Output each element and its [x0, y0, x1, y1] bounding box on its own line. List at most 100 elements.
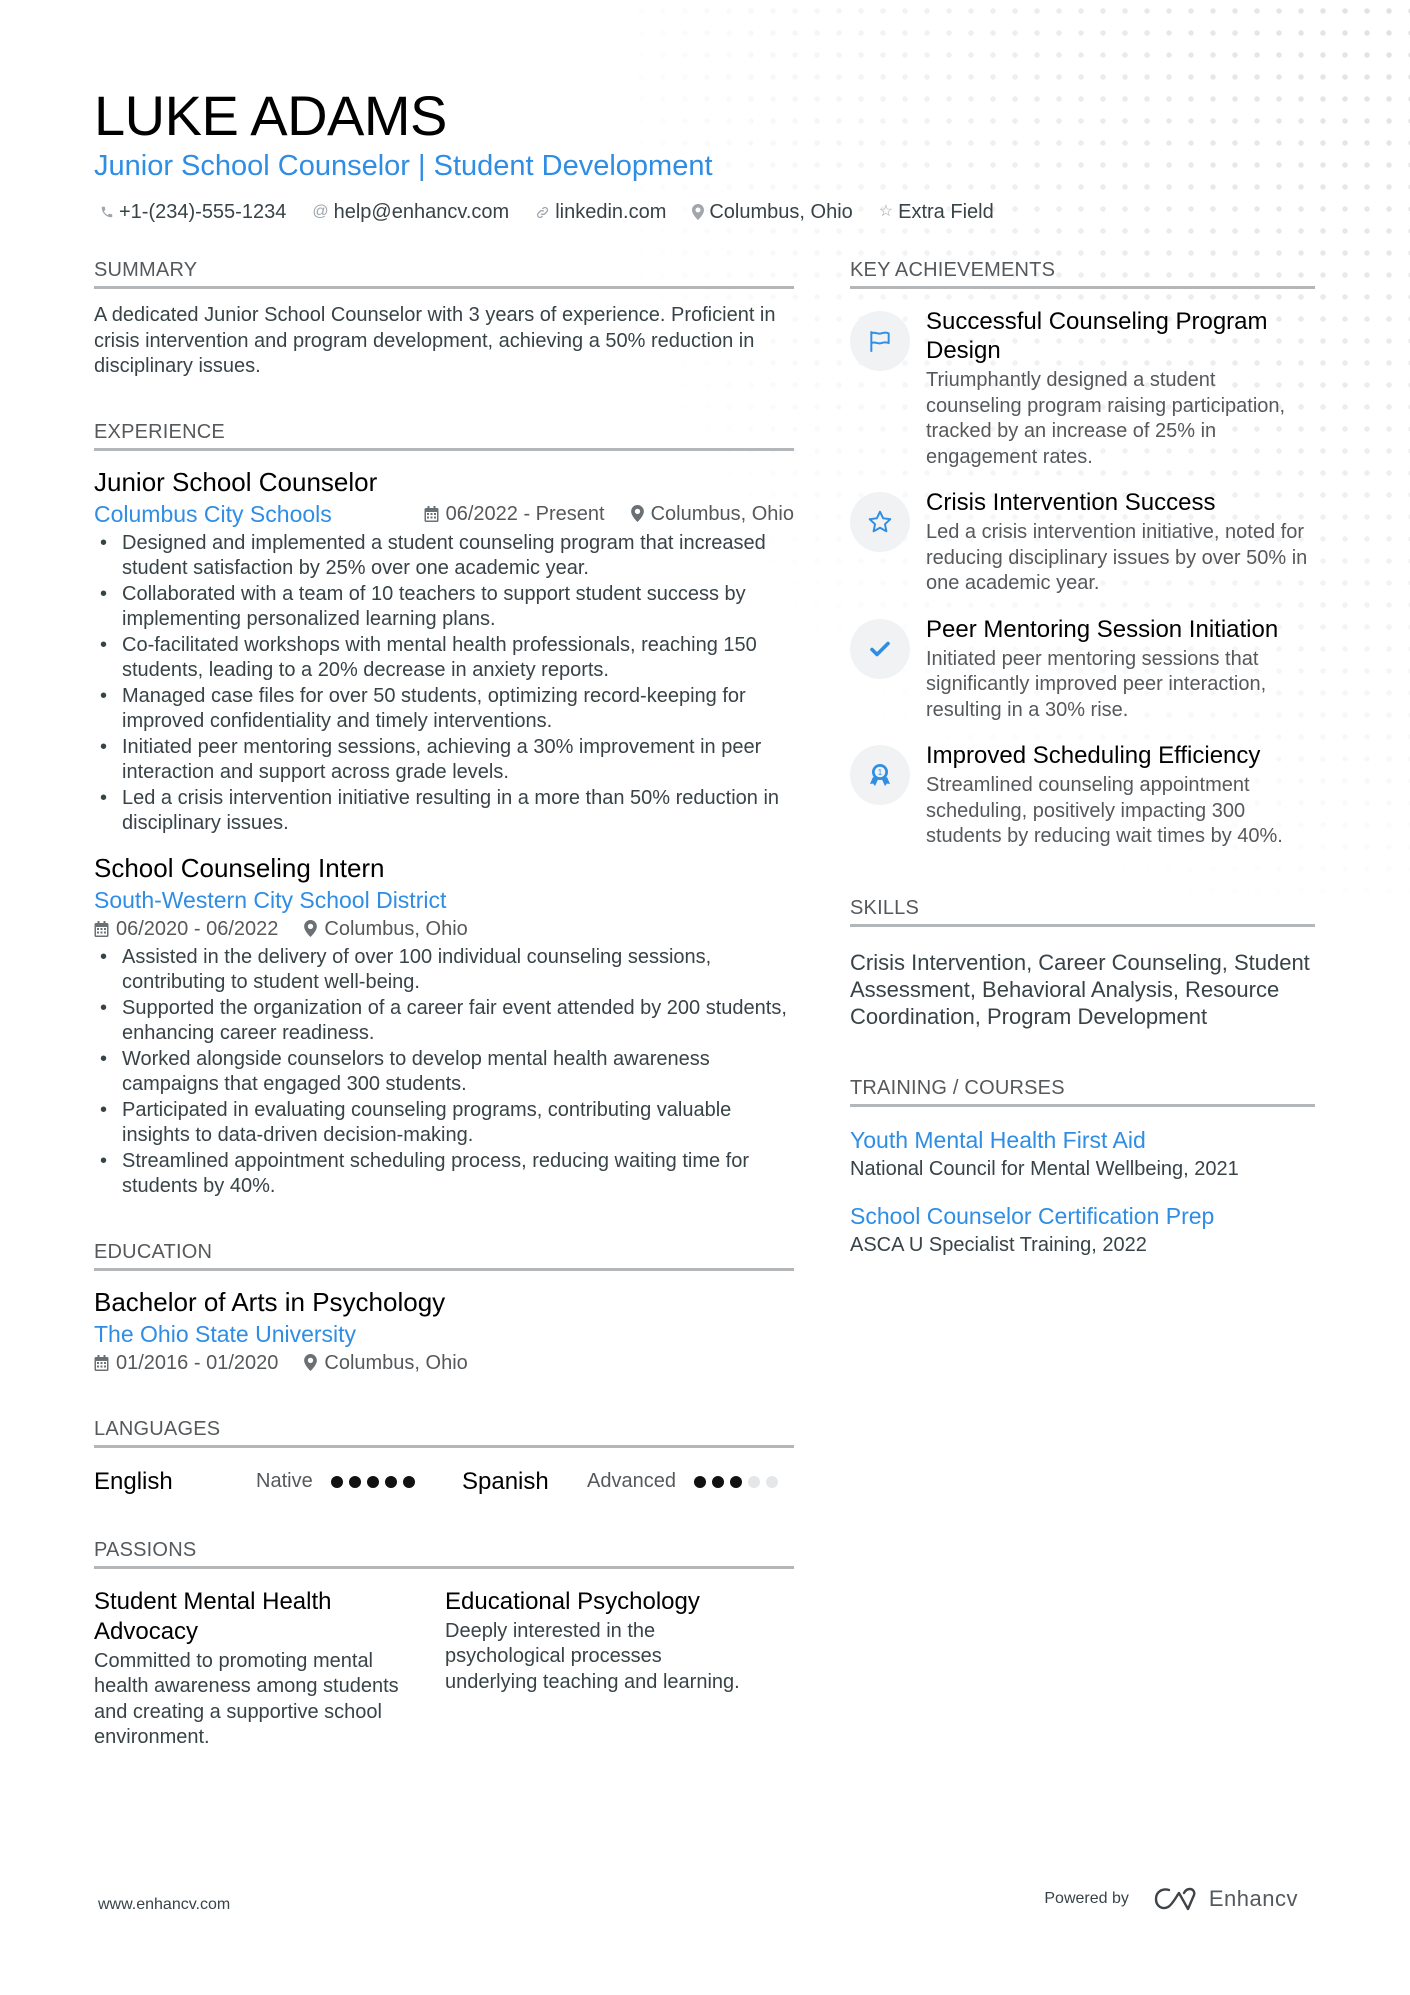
language-item: English Native	[94, 1468, 462, 1496]
achievement-title: Successful Counseling Program Design	[926, 308, 1268, 364]
bullet-item: Streamlined appointment scheduling proce…	[94, 1149, 794, 1200]
experience-entry: School Counseling Intern South-Western C…	[94, 851, 794, 1200]
section-title-achievements: KEY ACHIEVEMENTS	[850, 256, 1315, 289]
location-icon	[692, 204, 705, 220]
footer-branding: Powered by Enhancv	[1044, 1886, 1298, 1912]
contact-extra-field: ☆ Extra Field	[879, 198, 994, 226]
achievement-desc: Initiated peer mentoring sessions that s…	[926, 647, 1267, 721]
rating-dot-filled	[402, 1475, 415, 1488]
language-name: English	[94, 1467, 173, 1495]
job-location: Columbus, Ohio	[650, 502, 794, 525]
language-level: Advanced	[587, 1470, 676, 1492]
language-item: Spanish Advanced	[462, 1468, 778, 1496]
at-icon: @	[312, 203, 329, 220]
experience-section: EXPERIENCE Junior School Counselor Colum…	[94, 418, 794, 1200]
course-title[interactable]: Youth Mental Health First Aid	[850, 1125, 1315, 1155]
section-title-passions: PASSIONS	[94, 1536, 794, 1569]
rating-dot-empty	[747, 1475, 760, 1488]
bullet-item: Initiated peer mentoring sessions, achie…	[94, 735, 794, 786]
job-bullets: Designed and implemented a student couns…	[94, 531, 794, 837]
achievement-desc: Triumphantly designed a student counseli…	[926, 369, 1286, 468]
contact-extra-text: Extra Field	[898, 201, 994, 223]
achievement-title: Improved Scheduling Efficiency	[926, 742, 1261, 769]
rating-dot-filled	[330, 1475, 343, 1488]
job-title: School Counseling Intern	[94, 852, 385, 883]
enhancv-brand-link[interactable]: Enhancv	[1153, 1886, 1298, 1912]
course-title[interactable]: School Counselor Certification Prep	[850, 1201, 1315, 1231]
bullet-item: Led a crisis intervention initiative res…	[94, 786, 794, 837]
job-dates: 06/2020 - 06/2022	[116, 917, 279, 940]
language-name: Spanish	[462, 1467, 549, 1495]
flag-icon	[850, 311, 910, 371]
bullet-item: Co-facilitated workshops with mental hea…	[94, 633, 794, 684]
contact-bar: +1-(234)-555-1234 @ help@enhancv.com lin…	[100, 198, 994, 226]
education-section: EDUCATION Bachelor of Arts in Psychology…	[94, 1238, 794, 1377]
contact-email[interactable]: @ help@enhancv.com	[312, 198, 509, 226]
powered-by-label: Powered by	[1044, 1890, 1129, 1907]
skills-section: SKILLS Crisis Intervention, Career Couns…	[850, 894, 1315, 1030]
rating-dot-filled	[693, 1475, 706, 1488]
job-company[interactable]: South-Western City School District	[94, 885, 794, 915]
resume-page: LUKE ADAMS Junior School Counselor | Stu…	[0, 0, 1410, 1995]
languages-section: LANGUAGES English Native Spanish Advance…	[94, 1415, 794, 1498]
achievement-desc: Led a crisis intervention initiative, no…	[926, 521, 1308, 594]
award-ribbon-icon: 1	[850, 745, 910, 805]
contact-phone[interactable]: +1-(234)-555-1234	[100, 198, 286, 226]
course-item: School Counselor Certification Prep ASCA…	[850, 1201, 1315, 1259]
contact-linkedin[interactable]: linkedin.com	[535, 198, 666, 226]
education-location: Columbus, Ohio	[324, 1351, 468, 1374]
school-name[interactable]: The Ohio State University	[94, 1319, 794, 1349]
job-bullets: Assisted in the delivery of over 100 ind…	[94, 945, 794, 1200]
summary-text: A dedicated Junior School Counselor with…	[94, 304, 776, 377]
location-icon	[630, 505, 644, 522]
calendar-icon	[424, 505, 439, 522]
contact-email-text: help@enhancv.com	[333, 201, 510, 223]
link-icon	[535, 205, 550, 220]
course-item: Youth Mental Health First Aid National C…	[850, 1125, 1315, 1183]
achievement-desc: Streamlined counseling appointment sched…	[926, 774, 1283, 847]
bullet-item: Designed and implemented a student couns…	[94, 531, 794, 582]
achievement-item: 1 Improved Scheduling Efficiency Streaml…	[850, 741, 1315, 850]
training-section: TRAINING / COURSES Youth Mental Health F…	[850, 1074, 1315, 1259]
checkmark-icon	[850, 618, 910, 679]
degree-title: Bachelor of Arts in Psychology	[94, 1286, 446, 1317]
language-level: Native	[256, 1470, 313, 1492]
contact-linkedin-text: linkedin.com	[555, 201, 667, 223]
languages-row: English Native Spanish Advanced	[94, 1466, 794, 1498]
job-location: Columbus, Ohio	[324, 917, 468, 940]
rating-dot-filled	[384, 1475, 397, 1488]
star-icon	[850, 492, 910, 552]
bullet-item: Managed case files for over 50 students,…	[94, 684, 794, 735]
candidate-headline: Junior School Counselor | Student Develo…	[94, 150, 713, 182]
section-title-training: TRAINING / COURSES	[850, 1074, 1315, 1107]
rating-dot-empty	[765, 1475, 778, 1488]
bullet-item: Participated in evaluating counseling pr…	[94, 1098, 794, 1149]
achievement-item: Peer Mentoring Session Initiation Initia…	[850, 615, 1315, 724]
summary-section: SUMMARY A dedicated Junior School Counse…	[94, 256, 794, 380]
course-provider: National Council for Mental Wellbeing, 2…	[850, 1157, 1239, 1180]
footer-website-link[interactable]: www.enhancv.com	[98, 1896, 230, 1914]
skills-list: Crisis Intervention, Career Counseling, …	[850, 949, 1310, 1029]
section-title-skills: SKILLS	[850, 894, 1315, 927]
rating-dot-filled	[366, 1475, 379, 1488]
left-column: SUMMARY A dedicated Junior School Counse…	[94, 256, 794, 1751]
rating-dot-filled	[729, 1475, 742, 1488]
enhancv-logo-icon	[1154, 1887, 1196, 1911]
experience-entry: Junior School Counselor Columbus City Sc…	[94, 465, 794, 837]
passions-section: PASSIONS Student Mental Health Advocacy …	[94, 1536, 794, 1751]
section-title-summary: SUMMARY	[94, 256, 794, 289]
education-dates: 01/2016 - 01/2020	[116, 1351, 279, 1374]
achievement-title: Crisis Intervention Success	[926, 489, 1216, 516]
contact-location: Columbus, Ohio	[692, 198, 853, 226]
language-rating	[693, 1475, 778, 1488]
bullet-item: Collaborated with a team of 10 teachers …	[94, 582, 794, 633]
location-icon	[304, 1354, 318, 1371]
job-company[interactable]: Columbus City Schools	[94, 499, 332, 529]
passion-title: Student Mental Health Advocacy	[94, 1587, 332, 1645]
contact-location-text: Columbus, Ohio	[709, 201, 853, 223]
passion-desc: Deeply interested in the psychological p…	[445, 1619, 740, 1693]
phone-icon	[100, 204, 114, 220]
achievement-item: Crisis Intervention Success Led a crisis…	[850, 488, 1315, 597]
language-rating	[330, 1475, 415, 1488]
bullet-item: Supported the organization of a career f…	[94, 996, 794, 1047]
